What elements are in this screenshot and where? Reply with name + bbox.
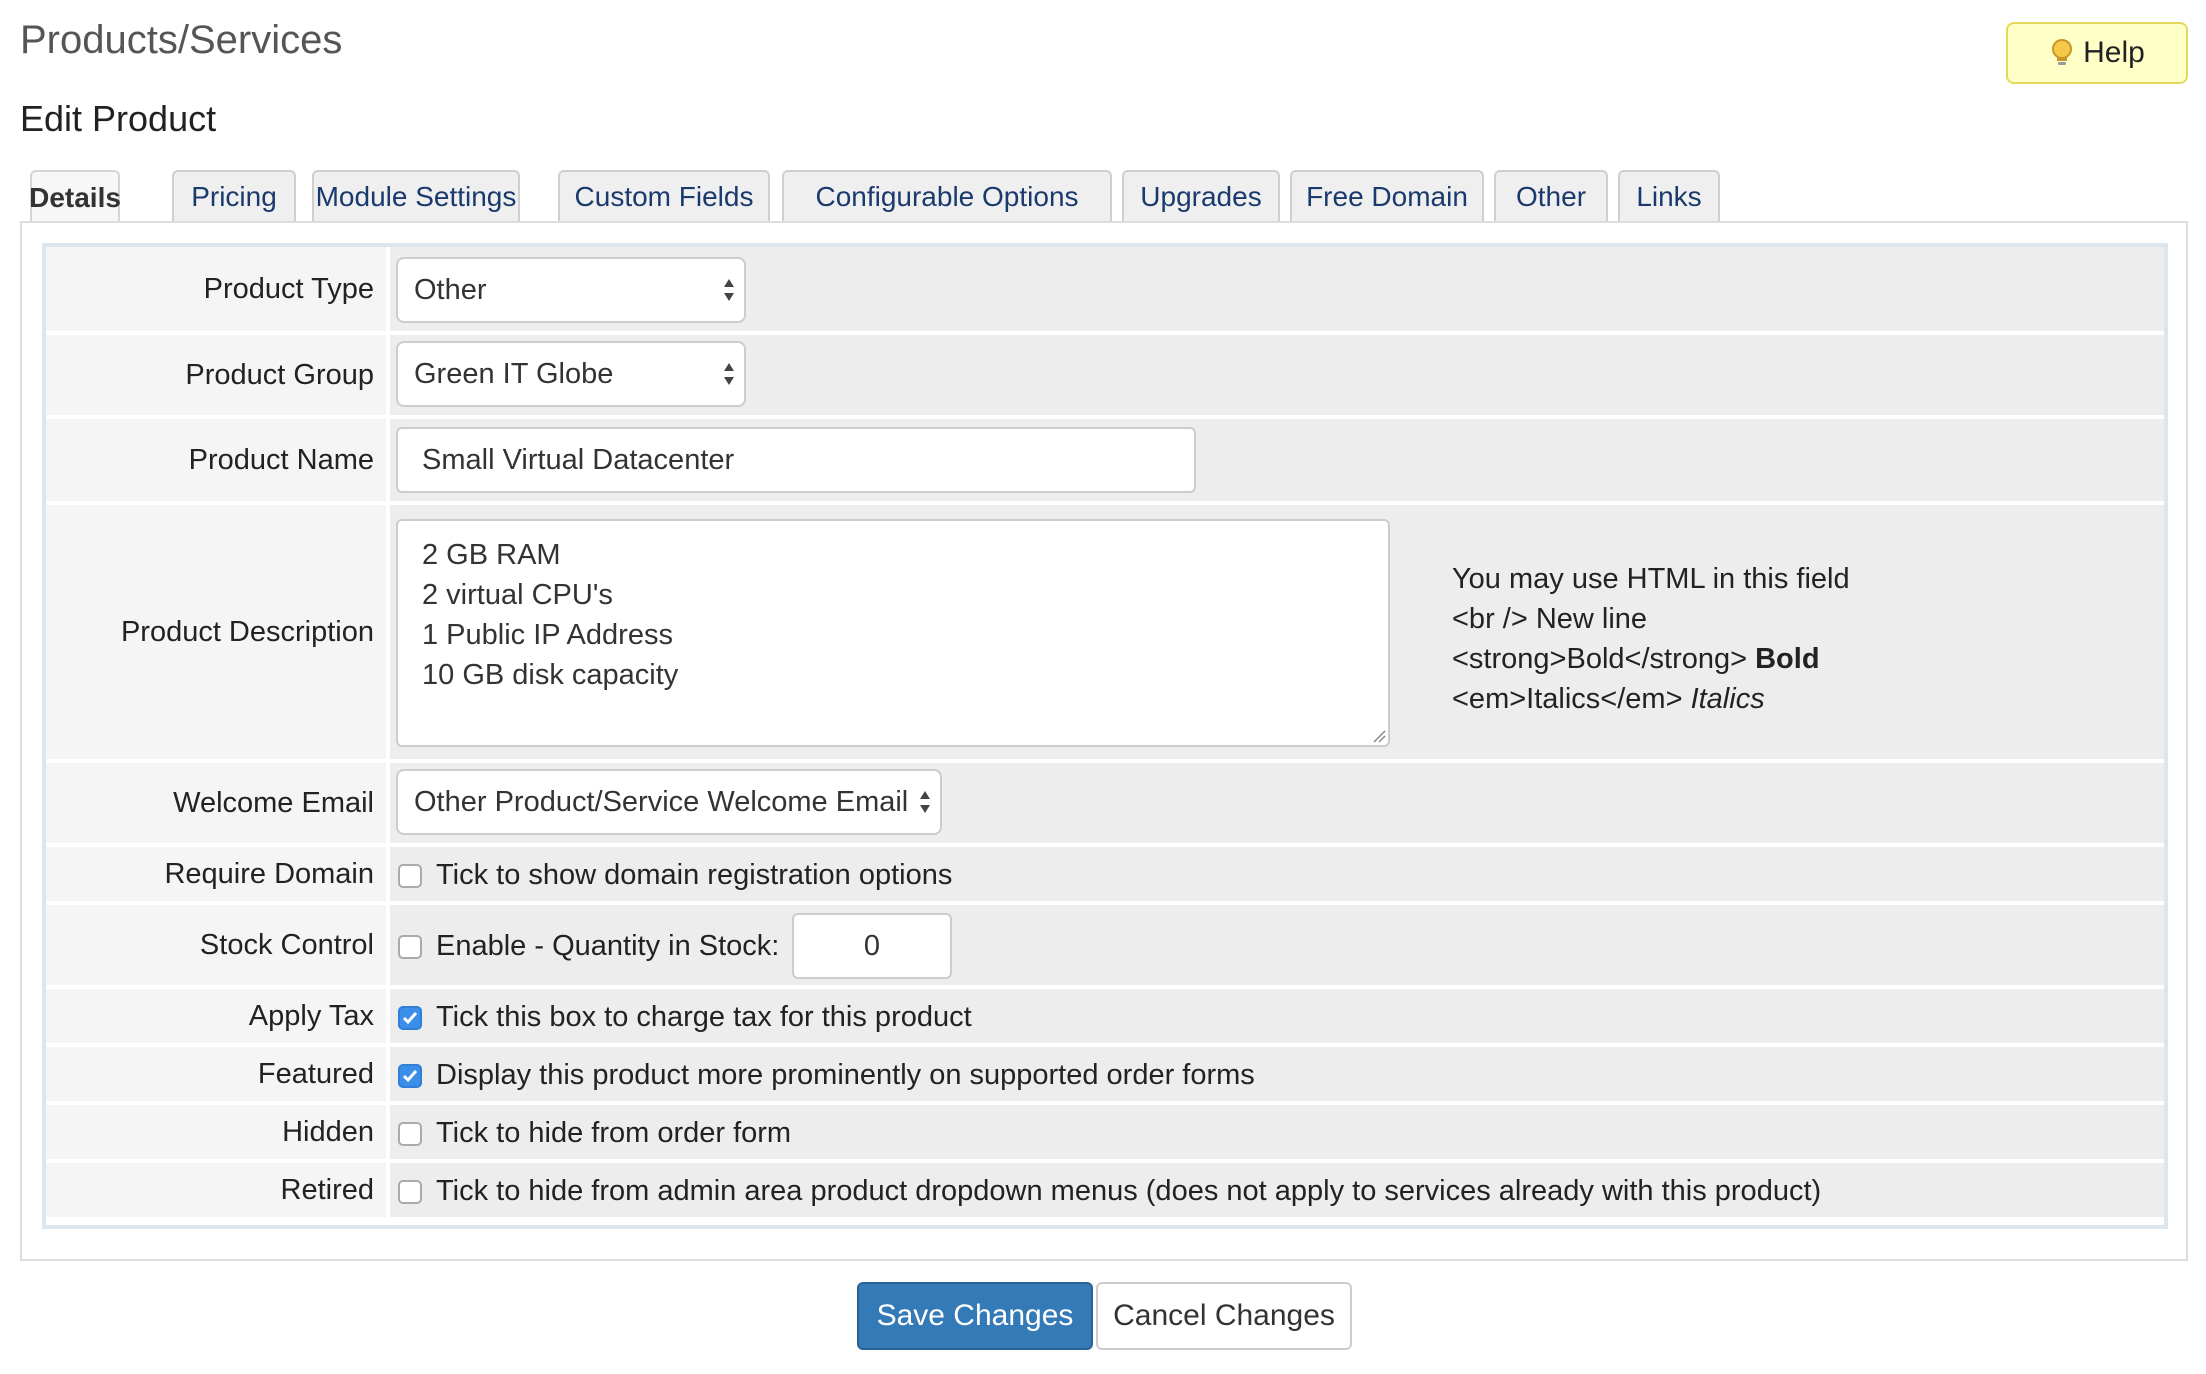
product-type-value: Other bbox=[414, 273, 487, 306]
retired-cell: Tick to hide from admin area product dro… bbox=[390, 1163, 2164, 1221]
apply-tax-cell: Tick this box to charge tax for this pro… bbox=[390, 989, 2164, 1047]
stock-control-checkbox[interactable] bbox=[398, 935, 422, 959]
hidden-label: Hidden bbox=[46, 1105, 386, 1163]
product-group-value: Green IT Globe bbox=[414, 357, 614, 390]
product-name-input[interactable]: Small Virtual Datacenter bbox=[396, 427, 1196, 493]
row-product-description: Product Description 2 GB RAM 2 virtual C… bbox=[46, 505, 2164, 763]
row-product-type: Product Type Other bbox=[46, 247, 2164, 335]
checkmark-icon bbox=[402, 1070, 418, 1083]
row-require-domain: Require Domain Tick to show domain regis… bbox=[46, 847, 2164, 905]
hint-line: <strong>Bold</strong> Bold bbox=[1452, 639, 1850, 679]
description-line: 10 GB disk capacity bbox=[422, 659, 679, 691]
product-description-textarea[interactable]: 2 GB RAM 2 virtual CPU's 1 Public IP Add… bbox=[396, 519, 1390, 747]
tab-links[interactable]: Links bbox=[1618, 170, 1720, 222]
cancel-changes-button[interactable]: Cancel Changes bbox=[1096, 1282, 1352, 1350]
tab-upgrades[interactable]: Upgrades bbox=[1122, 170, 1280, 222]
welcome-email-value: Other Product/Service Welcome Email bbox=[414, 785, 909, 818]
apply-tax-text: Tick this box to charge tax for this pro… bbox=[436, 1001, 972, 1033]
select-arrows-icon bbox=[724, 279, 734, 301]
hint-code: <strong>Bold</strong> bbox=[1452, 643, 1748, 675]
featured-checkbox[interactable] bbox=[398, 1064, 422, 1088]
resize-grip-icon[interactable] bbox=[1372, 729, 1386, 743]
product-group-label: Product Group bbox=[46, 335, 386, 419]
stock-control-text: Enable - Quantity in Stock: bbox=[436, 930, 780, 962]
tab-other[interactable]: Other bbox=[1494, 170, 1608, 222]
require-domain-label: Require Domain bbox=[46, 847, 386, 905]
product-type-select[interactable]: Other bbox=[396, 257, 746, 323]
welcome-email-label: Welcome Email bbox=[46, 763, 386, 847]
page-title: Products/Services bbox=[20, 18, 343, 62]
retired-text: Tick to hide from admin area product dro… bbox=[436, 1175, 1822, 1207]
row-apply-tax: Apply Tax Tick this box to charge tax fo… bbox=[46, 989, 2164, 1047]
require-domain-text: Tick to show domain registration options bbox=[436, 859, 953, 891]
row-retired: Retired Tick to hide from admin area pro… bbox=[46, 1163, 2164, 1221]
require-domain-cell: Tick to show domain registration options bbox=[390, 847, 2164, 905]
featured-text: Display this product more prominently on… bbox=[436, 1059, 1255, 1091]
stock-control-cell: Enable - Quantity in Stock: 0 bbox=[390, 905, 2164, 989]
featured-cell: Display this product more prominently on… bbox=[390, 1047, 2164, 1105]
product-group-select[interactable]: Green IT Globe bbox=[396, 341, 746, 407]
description-line: 2 GB RAM bbox=[422, 539, 561, 571]
welcome-email-select[interactable]: Other Product/Service Welcome Email bbox=[396, 769, 942, 835]
help-button-label: Help bbox=[2083, 36, 2145, 69]
tab-details[interactable]: Details bbox=[29, 170, 121, 224]
require-domain-checkbox[interactable] bbox=[398, 864, 422, 888]
description-line: 2 virtual CPU's bbox=[422, 579, 613, 611]
product-name-label: Product Name bbox=[46, 419, 386, 505]
hint-italic-example: Italics bbox=[1690, 683, 1765, 715]
retired-label: Retired bbox=[46, 1163, 386, 1221]
hint-bold-example: Bold bbox=[1755, 643, 1820, 675]
row-hidden: Hidden Tick to hide from order form bbox=[46, 1105, 2164, 1163]
save-changes-button[interactable]: Save Changes bbox=[857, 1282, 1093, 1350]
product-group-cell: Green IT Globe bbox=[390, 335, 2164, 419]
stock-control-label: Stock Control bbox=[46, 905, 386, 989]
retired-checkbox[interactable] bbox=[398, 1180, 422, 1204]
apply-tax-label: Apply Tax bbox=[46, 989, 386, 1047]
hidden-cell: Tick to hide from order form bbox=[390, 1105, 2164, 1163]
row-product-group: Product Group Green IT Globe bbox=[46, 335, 2164, 419]
apply-tax-checkbox[interactable] bbox=[398, 1006, 422, 1030]
tab-pricing[interactable]: Pricing bbox=[172, 170, 296, 222]
tab-configurable-options[interactable]: Configurable Options bbox=[782, 170, 1112, 222]
stock-quantity-input[interactable]: 0 bbox=[792, 913, 952, 979]
page-subtitle: Edit Product bbox=[20, 98, 217, 139]
tab-module-settings[interactable]: Module Settings bbox=[312, 170, 520, 222]
product-description-cell: 2 GB RAM 2 virtual CPU's 1 Public IP Add… bbox=[390, 505, 2164, 763]
lightbulb-icon bbox=[2052, 39, 2073, 65]
checkmark-icon bbox=[402, 1012, 418, 1025]
description-line: 1 Public IP Address bbox=[422, 619, 673, 651]
hidden-checkbox[interactable] bbox=[398, 1122, 422, 1146]
row-welcome-email: Welcome Email Other Product/Service Welc… bbox=[46, 763, 2164, 847]
featured-label: Featured bbox=[46, 1047, 386, 1105]
help-button[interactable]: Help bbox=[2006, 22, 2188, 84]
row-stock-control: Stock Control Enable - Quantity in Stock… bbox=[46, 905, 2164, 989]
product-type-label: Product Type bbox=[46, 247, 386, 335]
hint-line: You may use HTML in this field bbox=[1452, 563, 1850, 595]
tab-custom-fields[interactable]: Custom Fields bbox=[558, 170, 770, 222]
tab-free-domain[interactable]: Free Domain bbox=[1290, 170, 1484, 222]
product-type-cell: Other bbox=[390, 247, 2164, 335]
product-name-cell: Small Virtual Datacenter bbox=[390, 419, 2164, 505]
welcome-email-cell: Other Product/Service Welcome Email bbox=[390, 763, 2164, 847]
hint-line: <em>Italics</em> Italics bbox=[1452, 679, 1850, 719]
select-arrows-icon bbox=[724, 363, 734, 385]
row-product-name: Product Name Small Virtual Datacenter bbox=[46, 419, 2164, 505]
html-hint: You may use HTML in this field <br /> Ne… bbox=[1452, 559, 1850, 719]
hint-code: <em>Italics</em> bbox=[1452, 683, 1683, 715]
product-description-label: Product Description bbox=[46, 505, 386, 763]
hidden-text: Tick to hide from order form bbox=[436, 1117, 792, 1149]
select-arrows-icon bbox=[920, 791, 930, 813]
hint-line: <br /> New line bbox=[1452, 603, 1648, 635]
row-featured: Featured Display this product more promi… bbox=[46, 1047, 2164, 1105]
